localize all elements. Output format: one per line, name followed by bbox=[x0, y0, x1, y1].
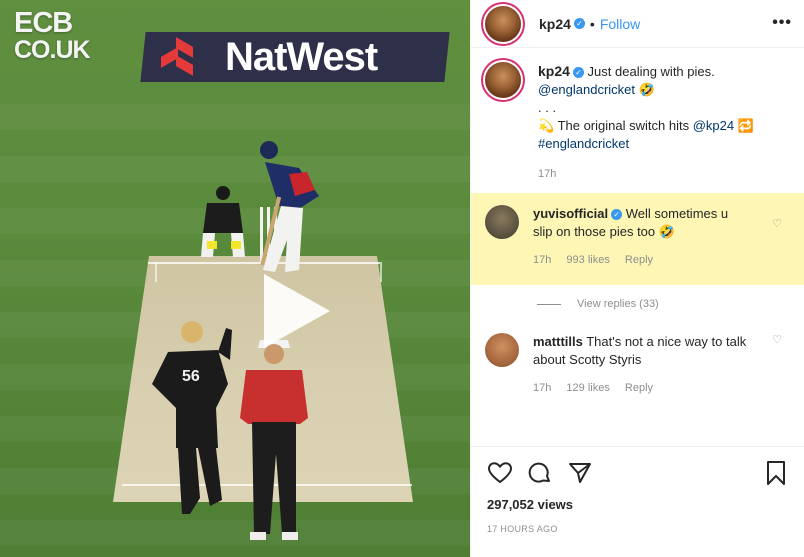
comment-bubble-icon[interactable] bbox=[527, 460, 553, 486]
share-paper-plane-icon[interactable] bbox=[567, 460, 593, 486]
divider-line bbox=[537, 303, 561, 305]
sparkle-emoji-icon: 💫 bbox=[538, 118, 555, 133]
umpire bbox=[238, 334, 310, 546]
instagram-post-window: ECB CO.UK NatWest 56 kp24 ✓ • Follow •••… bbox=[0, 0, 804, 557]
post-panel: kp24 ✓ • Follow ••• kp24 ✓ Just dealing w… bbox=[470, 0, 804, 557]
ecb-watermark: ECB CO.UK bbox=[14, 7, 91, 64]
play-icon[interactable] bbox=[264, 274, 330, 348]
caption-text: Just dealing with pies. bbox=[587, 64, 715, 79]
view-replies-label[interactable]: View replies (33) bbox=[577, 298, 659, 310]
caption-text-2: The original switch hits bbox=[554, 118, 693, 133]
comment-likes[interactable]: 993 likes bbox=[566, 254, 609, 266]
commenter-avatar[interactable] bbox=[485, 205, 519, 239]
verified-badge-icon: ✓ bbox=[572, 67, 584, 79]
caption-mention-2[interactable]: @kp24 bbox=[693, 118, 734, 133]
comment-item: matttills That's not a nice way to talk … bbox=[471, 321, 804, 397]
caption-avatar[interactable] bbox=[485, 62, 521, 98]
natwest-banner: NatWest bbox=[140, 32, 450, 82]
bowler: 56 bbox=[146, 318, 236, 518]
repeat-emoji-icon: 🔁 bbox=[737, 118, 754, 133]
laughing-emoji-icon: 🤣 bbox=[638, 82, 655, 97]
caption-dots: . . . bbox=[538, 100, 557, 115]
commenter-username[interactable]: yuvisofficial bbox=[533, 206, 608, 221]
separator-dot: • bbox=[589, 15, 595, 32]
post-timestamp[interactable]: 17 HOURS AGO bbox=[487, 524, 789, 534]
bookmark-icon[interactable] bbox=[763, 460, 789, 486]
comment-item: yuvisofficial ✓ Well sometimes u slip on … bbox=[471, 193, 804, 285]
comment-likes[interactable]: 129 likes bbox=[566, 382, 609, 394]
commenter-username[interactable]: matttills bbox=[533, 334, 583, 349]
post-header: kp24 ✓ • Follow ••• bbox=[471, 0, 804, 48]
reply-button[interactable]: Reply bbox=[625, 382, 653, 394]
verified-badge-icon: ✓ bbox=[611, 209, 623, 221]
view-replies-button[interactable]: View replies (33) bbox=[537, 295, 804, 313]
more-options-icon[interactable]: ••• bbox=[772, 14, 792, 32]
heart-icon[interactable]: ♡ bbox=[772, 217, 782, 230]
follow-button[interactable]: Follow bbox=[600, 16, 640, 32]
post-actions: 297,052 views 17 HOURS AGO bbox=[471, 446, 804, 534]
post-caption: kp24 ✓ Just dealing with pies. @englandcr… bbox=[471, 48, 804, 193]
heart-icon[interactable]: ♡ bbox=[772, 333, 782, 346]
commenter-avatar[interactable] bbox=[485, 333, 519, 367]
caption-hashtag[interactable]: #englandcricket bbox=[538, 136, 629, 151]
comment-time[interactable]: 17h bbox=[533, 254, 551, 266]
reply-button[interactable]: Reply bbox=[625, 254, 653, 266]
wicket-keeper bbox=[193, 185, 253, 265]
video-player[interactable]: ECB CO.UK NatWest 56 bbox=[0, 0, 470, 557]
bowler-shirt-number: 56 bbox=[182, 368, 200, 385]
post-author-username[interactable]: kp24 bbox=[539, 16, 571, 32]
comment-time[interactable]: 17h bbox=[533, 382, 551, 394]
caption-username[interactable]: kp24 bbox=[538, 63, 570, 79]
like-heart-icon[interactable] bbox=[487, 460, 513, 486]
view-count[interactable]: 297,052 views bbox=[487, 497, 789, 512]
caption-timestamp[interactable]: 17h bbox=[538, 165, 754, 183]
batsman bbox=[255, 140, 335, 280]
laughing-emoji-icon: 🤣 bbox=[658, 224, 675, 239]
caption-mention[interactable]: @englandcricket bbox=[538, 82, 635, 97]
avatar[interactable] bbox=[485, 5, 521, 42]
natwest-logo-icon bbox=[161, 37, 207, 76]
verified-badge-icon: ✓ bbox=[573, 18, 585, 29]
